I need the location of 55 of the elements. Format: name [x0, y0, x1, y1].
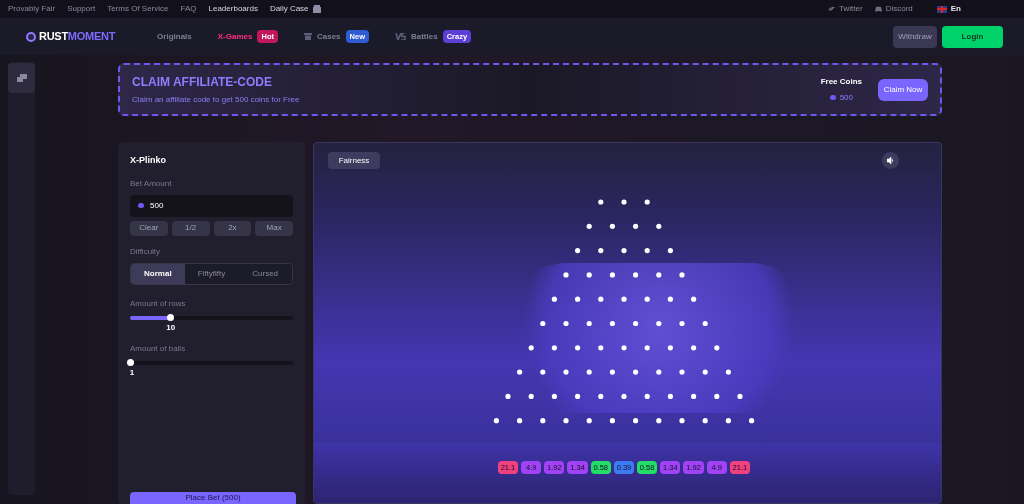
difficulty-tab[interactable]: Normal: [131, 263, 185, 284]
bet-amount-field[interactable]: 500: [130, 194, 293, 217]
top-link[interactable]: Terms Of Service: [107, 3, 169, 15]
bet-modifier-button[interactable]: Max: [255, 220, 293, 236]
slider-track[interactable]: [130, 360, 293, 365]
fairness-button[interactable]: Fairness: [328, 152, 380, 169]
slider-track[interactable]: [130, 315, 293, 320]
difficulty-tab[interactable]: Cursed: [238, 263, 292, 284]
nav-link[interactable]: Originals: [157, 30, 192, 43]
flag-icon: [936, 5, 947, 13]
panel-title: X-Plinko: [130, 154, 167, 167]
top-link[interactable]: FAQ: [180, 3, 197, 15]
top-link[interactable]: Leaderboards: [208, 3, 258, 15]
sound-button[interactable]: [882, 152, 899, 169]
nav-link[interactable]: Battles: [410, 30, 438, 43]
field-label: Difficulty: [130, 245, 162, 258]
slider-value: 10: [166, 321, 176, 334]
slider-thumb[interactable]: [167, 314, 175, 321]
gift-icon: [312, 5, 321, 13]
place-bet-button[interactable]: Place Bet (500): [130, 492, 296, 504]
banner-subtitle: Claim an affiliate code to get 500 coins for Free: [132, 94, 300, 106]
withdraw-button[interactable]: Withdraw: [893, 25, 937, 48]
difficulty-tab[interactable]: Fiftyfifty: [184, 263, 239, 284]
social-link[interactable]: Twitter: [839, 3, 863, 15]
claim-button[interactable]: Claim Now: [878, 78, 928, 101]
box-icon: [303, 33, 312, 40]
banner-title: CLAIM AFFILIATE-CODE: [132, 74, 273, 91]
free-coins-amount: 500: [839, 91, 853, 104]
slider-thumb[interactable]: [126, 359, 134, 366]
nav-link[interactable]: Cases: [316, 30, 341, 43]
field-label: Bet Amount: [130, 177, 173, 190]
nav-link[interactable]: X-Games: [217, 30, 253, 43]
logo-icon: [26, 31, 36, 42]
coin-icon: [138, 203, 144, 208]
free-coins-label: Free Coins: [820, 75, 862, 88]
top-link[interactable]: Provably Fair: [8, 3, 56, 15]
speaker-icon: [887, 157, 894, 164]
bet-modifier-button[interactable]: Clear: [130, 220, 168, 236]
bet-modifier-button[interactable]: 2x: [213, 220, 252, 236]
logo-text: RUSTMOMENT: [39, 29, 116, 45]
coin-icon: [829, 95, 836, 100]
language-selector[interactable]: En: [950, 3, 961, 15]
versus-icon: [394, 33, 406, 40]
bet-modifier-button[interactable]: 1/2: [171, 220, 210, 236]
bird-icon[interactable]: [828, 6, 836, 12]
field-label: Amount of rows: [130, 297, 187, 310]
sidebar-toggle[interactable]: [8, 63, 35, 93]
controller-icon[interactable]: [874, 6, 882, 12]
cards-icon: [16, 74, 27, 82]
social-link[interactable]: Discord: [885, 3, 913, 15]
top-link[interactable]: Support: [67, 3, 96, 15]
field-label: Amount of balls: [130, 342, 187, 355]
slider-value: 1: [129, 366, 135, 379]
login-button[interactable]: Login: [942, 25, 1003, 48]
top-link[interactable]: Daily Case: [269, 3, 309, 15]
